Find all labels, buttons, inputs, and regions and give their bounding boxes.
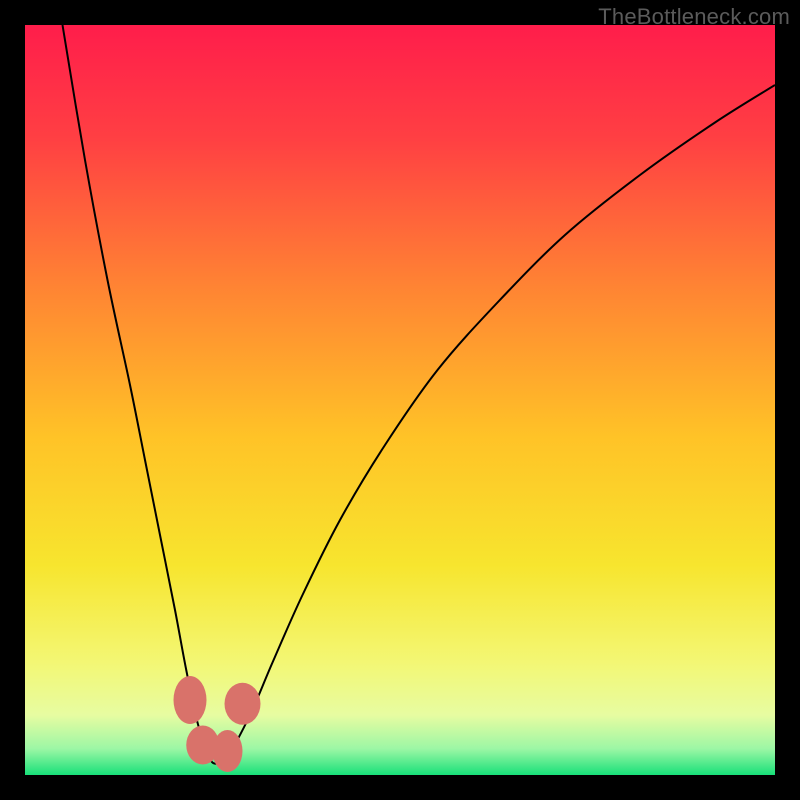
watermark-text: TheBottleneck.com	[598, 4, 790, 30]
plot-svg	[25, 25, 775, 775]
curve-marker	[174, 676, 207, 724]
chart-stage: TheBottleneck.com	[0, 0, 800, 800]
plot-area	[25, 25, 775, 775]
curve-marker	[213, 730, 243, 772]
gradient-background	[25, 25, 775, 775]
curve-marker	[225, 683, 261, 725]
